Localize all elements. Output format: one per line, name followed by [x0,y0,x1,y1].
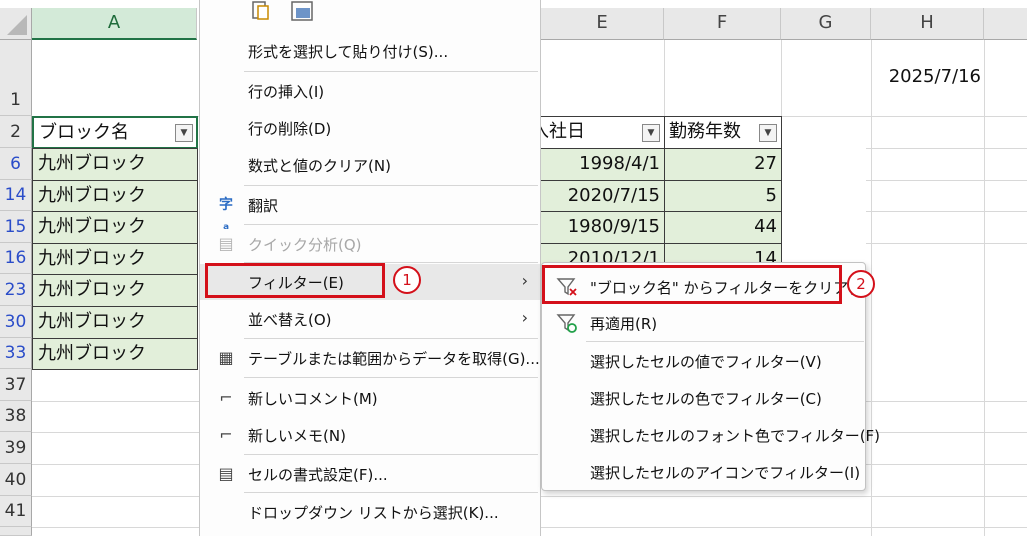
paste-picture-icon[interactable] [290,0,314,22]
step-badge-2: 2 [847,270,875,298]
chevron-right-icon: › [521,308,528,327]
column-header-h[interactable]: H [871,8,984,40]
dropdown-arrow-icon[interactable]: ▼ [642,124,660,142]
step-badge-1: 1 [393,266,421,294]
row-header[interactable]: 16 [0,243,32,274]
submenu-item-label: 選択したセルのフォント色でフィルター(F) [590,427,881,445]
submenu-item-label: 選択したセルの色でフィルター(C) [590,390,822,408]
submenu-item-filter-by-color[interactable]: 選択したセルの色でフィルター(C) [542,380,865,416]
format-cells-icon: ▤ [218,464,234,483]
block-cell[interactable]: 九州ブロック [32,338,198,370]
column-header-e[interactable]: E [541,8,664,40]
row-header[interactable]: 1 [0,40,32,116]
header-label: 勤務年数 [669,121,741,142]
years-cell[interactable]: 5 [664,180,782,212]
years-cell[interactable]: 44 [664,211,782,244]
row-header[interactable]: 2 [0,116,32,148]
menu-item-label: 並べ替え(O) [248,311,332,329]
row-header[interactable]: 30 [0,306,32,338]
row-header[interactable]: 14 [0,180,32,211]
row-header[interactable]: 37 [0,369,32,401]
new-comment-icon: ⌐ [219,388,233,407]
column-header-i[interactable] [984,8,1027,40]
table-icon: ▦ [218,348,234,367]
menu-item-label: テーブルまたは範囲からデータを取得(G)... [248,350,540,368]
row-header[interactable]: 40 [0,464,32,496]
menu-item-get-data[interactable]: ▦ テーブルまたは範囲からデータを取得(G)... [200,340,540,376]
submenu-item-filter-by-value[interactable]: 選択したセルの値でフィルター(V) [542,343,865,379]
menu-item-clear-contents[interactable]: 数式と値のクリア(N) [200,147,540,183]
translate-icon: 字ₐ [219,197,233,233]
reapply-icon [556,314,577,333]
column-header-f[interactable]: F [664,8,781,40]
menu-item-label: ドロップダウン リストから選択(K)... [248,504,499,522]
block-cell[interactable]: 九州ブロック [32,243,198,275]
paste-options-row [250,0,330,24]
menu-item-new-note[interactable]: ⌐ 新しいメモ(N) [200,417,540,453]
years-cell[interactable]: 27 [664,148,782,181]
dropdown-arrow-icon[interactable]: ▼ [759,124,777,142]
column-header-a[interactable]: A [32,8,197,40]
hire-date-cell[interactable]: 1980/9/15 [530,211,665,244]
header-cell-block-name[interactable]: ブロック名 [32,116,198,149]
row-header[interactable]: 38 [0,401,32,432]
row-header[interactable] [0,527,32,536]
menu-item-label: 新しいコメント(M) [248,390,378,408]
block-cell[interactable]: 九州ブロック [32,274,198,307]
filter-active-icon[interactable]: ▼ [175,124,193,142]
column-header-g[interactable]: G [781,8,871,40]
menu-item-pick-list[interactable]: ドロップダウン リストから選択(K)... [200,494,540,530]
menu-item-label: クイック分析(Q) [248,236,362,254]
date-cell[interactable]: 2025/7/16 [871,62,981,92]
menu-item-delete-row[interactable]: 行の削除(D) [200,110,540,146]
menu-item-insert-row[interactable]: 行の挿入(I) [200,73,540,109]
row-header[interactable]: 33 [0,338,32,369]
menu-item-label: 行の削除(D) [248,120,332,138]
header-label: ブロック名 [39,122,129,143]
chevron-right-icon: › [521,271,528,290]
menu-item-quick-analysis[interactable]: ▤ クイック分析(Q) [200,226,540,262]
row-header[interactable]: 39 [0,432,32,464]
highlight-box-filter [205,263,385,298]
submenu-item-filter-by-icon[interactable]: 選択したセルのアイコンでフィルター(I) [542,454,865,490]
menu-item-label: セルの書式設定(F)... [248,466,388,484]
menu-item-paste-special[interactable]: 形式を選択して貼り付け(S)... [200,33,540,69]
paste-icon[interactable] [250,0,272,22]
row-header[interactable]: 6 [0,148,32,180]
new-note-icon: ⌐ [219,425,233,444]
highlight-box-clear-filter [542,265,842,304]
submenu-item-filter-by-font-color[interactable]: 選択したセルのフォント色でフィルター(F) [542,417,880,453]
row-header[interactable]: 15 [0,211,32,243]
submenu-item-label: 再適用(R) [590,315,658,333]
menu-item-label: 数式と値のクリア(N) [248,157,391,175]
block-cell[interactable]: 九州ブロック [32,211,198,244]
menu-item-label: 新しいメモ(N) [248,427,346,445]
hire-date-cell[interactable]: 1998/4/1 [530,148,665,181]
menu-item-label: 形式を選択して貼り付け(S)... [248,43,449,61]
submenu-item-label: 選択したセルの値でフィルター(V) [590,353,822,371]
submenu-item-reapply[interactable]: 再適用(R) [542,305,865,341]
menu-item-label: 翻訳 [248,197,279,215]
quick-analysis-icon: ▤ [218,234,234,253]
block-cell[interactable]: 九州ブロック [32,180,198,212]
row-header[interactable]: 41 [0,496,32,527]
menu-item-translate[interactable]: 字ₐ 翻訳 [200,187,540,233]
menu-item-label: 行の挿入(I) [248,83,325,101]
menu-item-sort[interactable]: 並べ替え(O) › [200,301,540,337]
menu-item-new-comment[interactable]: ⌐ 新しいコメント(M) [200,380,540,416]
select-all-corner[interactable] [0,8,32,40]
row-header[interactable]: 23 [0,274,32,306]
block-cell[interactable]: 九州ブロック [32,148,198,181]
block-cell[interactable]: 九州ブロック [32,306,198,339]
hire-date-cell[interactable]: 2020/7/15 [530,180,665,212]
menu-item-format-cells[interactable]: ▤ セルの書式設定(F)... [200,456,540,492]
submenu-item-label: 選択したセルのアイコンでフィルター(I) [590,464,861,482]
